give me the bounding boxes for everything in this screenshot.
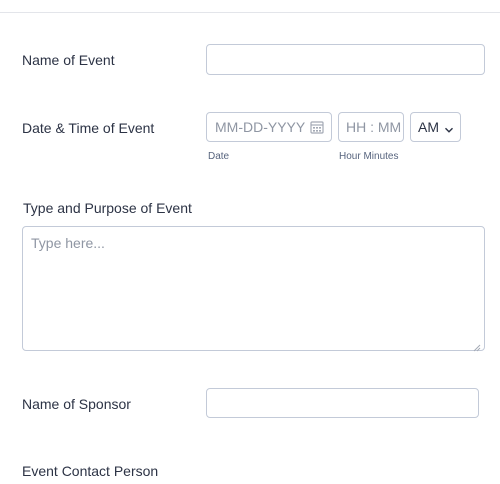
sponsor-input[interactable] — [206, 388, 479, 418]
date-placeholder: MM-DD-YYYY — [215, 119, 306, 135]
purpose-label: Type and Purpose of Event — [23, 200, 192, 216]
time-sublabel: Hour Minutes — [339, 151, 399, 162]
chevron-down-icon — [444, 122, 454, 133]
date-sublabel: Date — [208, 151, 230, 162]
time-input[interactable]: HH : MM — [338, 112, 404, 142]
sponsor-label: Name of Sponsor — [22, 396, 131, 412]
ampm-select[interactable]: AM — [410, 112, 461, 142]
event-name-input[interactable] — [206, 44, 485, 75]
top-divider — [0, 12, 500, 13]
calendar-icon[interactable] — [310, 120, 324, 134]
time-placeholder: HH : MM — [346, 119, 402, 135]
event-name-label: Name of Event — [22, 52, 115, 68]
datetime-label: Date & Time of Event — [22, 120, 155, 136]
purpose-textarea[interactable]: Type here... — [22, 226, 485, 352]
ampm-value: AM — [418, 119, 439, 135]
contact-label: Event Contact Person — [22, 463, 159, 479]
date-input[interactable]: MM-DD-YYYY — [206, 112, 332, 142]
purpose-placeholder: Type here... — [31, 235, 105, 251]
resize-handle-icon[interactable] — [473, 339, 481, 352]
